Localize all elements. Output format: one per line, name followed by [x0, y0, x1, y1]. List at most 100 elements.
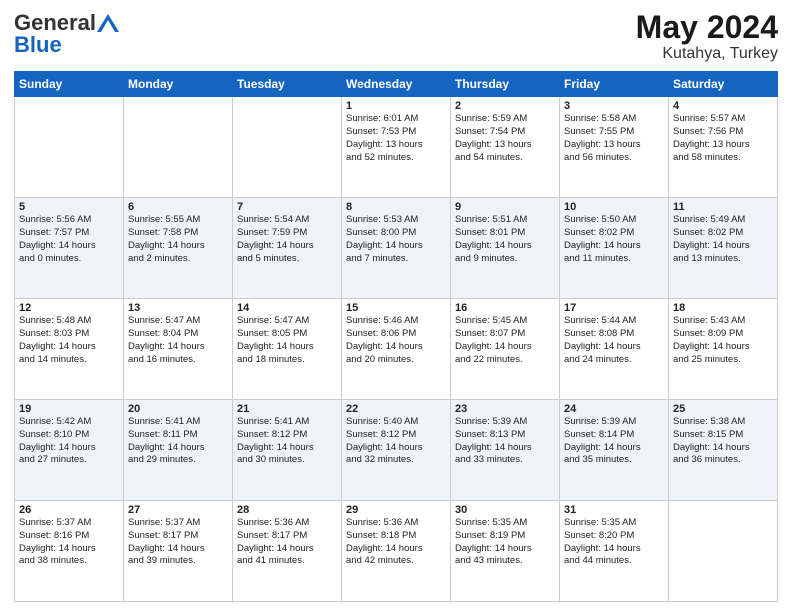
calendar-week-4: 26Sunrise: 5:37 AM Sunset: 8:16 PM Dayli…	[15, 501, 778, 602]
day-info: Sunrise: 5:43 AM Sunset: 8:09 PM Dayligh…	[673, 315, 773, 366]
day-number: 1	[346, 100, 446, 112]
day-number: 27	[128, 504, 228, 516]
col-wednesday: Wednesday	[342, 72, 451, 97]
col-sunday: Sunday	[15, 72, 124, 97]
calendar-header-row: Sunday Monday Tuesday Wednesday Thursday…	[15, 72, 778, 97]
calendar-cell: 20Sunrise: 5:41 AM Sunset: 8:11 PM Dayli…	[124, 400, 233, 501]
col-tuesday: Tuesday	[233, 72, 342, 97]
calendar-cell: 28Sunrise: 5:36 AM Sunset: 8:17 PM Dayli…	[233, 501, 342, 602]
day-number: 24	[564, 403, 664, 415]
day-info: Sunrise: 5:48 AM Sunset: 8:03 PM Dayligh…	[19, 315, 119, 366]
day-number: 23	[455, 403, 555, 415]
calendar-cell: 8Sunrise: 5:53 AM Sunset: 8:00 PM Daylig…	[342, 198, 451, 299]
day-info: Sunrise: 5:47 AM Sunset: 8:05 PM Dayligh…	[237, 315, 337, 366]
day-number: 3	[564, 100, 664, 112]
logo-icon	[97, 14, 119, 32]
day-number: 6	[128, 201, 228, 213]
calendar-table: Sunday Monday Tuesday Wednesday Thursday…	[14, 71, 778, 602]
calendar-cell	[669, 501, 778, 602]
day-number: 16	[455, 302, 555, 314]
day-number: 8	[346, 201, 446, 213]
calendar-week-3: 19Sunrise: 5:42 AM Sunset: 8:10 PM Dayli…	[15, 400, 778, 501]
logo-blue: Blue	[14, 32, 62, 58]
day-number: 12	[19, 302, 119, 314]
calendar-cell: 19Sunrise: 5:42 AM Sunset: 8:10 PM Dayli…	[15, 400, 124, 501]
calendar-cell: 31Sunrise: 5:35 AM Sunset: 8:20 PM Dayli…	[560, 501, 669, 602]
calendar-cell: 18Sunrise: 5:43 AM Sunset: 8:09 PM Dayli…	[669, 299, 778, 400]
calendar-cell: 22Sunrise: 5:40 AM Sunset: 8:12 PM Dayli…	[342, 400, 451, 501]
day-number: 28	[237, 504, 337, 516]
calendar-cell: 11Sunrise: 5:49 AM Sunset: 8:02 PM Dayli…	[669, 198, 778, 299]
day-number: 18	[673, 302, 773, 314]
calendar-cell: 26Sunrise: 5:37 AM Sunset: 8:16 PM Dayli…	[15, 501, 124, 602]
calendar-cell: 5Sunrise: 5:56 AM Sunset: 7:57 PM Daylig…	[15, 198, 124, 299]
calendar-cell	[124, 97, 233, 198]
day-number: 10	[564, 201, 664, 213]
calendar-week-2: 12Sunrise: 5:48 AM Sunset: 8:03 PM Dayli…	[15, 299, 778, 400]
day-number: 21	[237, 403, 337, 415]
day-info: Sunrise: 6:01 AM Sunset: 7:53 PM Dayligh…	[346, 113, 446, 164]
day-info: Sunrise: 5:41 AM Sunset: 8:12 PM Dayligh…	[237, 416, 337, 467]
calendar-cell: 2Sunrise: 5:59 AM Sunset: 7:54 PM Daylig…	[451, 97, 560, 198]
calendar-cell: 7Sunrise: 5:54 AM Sunset: 7:59 PM Daylig…	[233, 198, 342, 299]
day-info: Sunrise: 5:45 AM Sunset: 8:07 PM Dayligh…	[455, 315, 555, 366]
day-info: Sunrise: 5:36 AM Sunset: 8:17 PM Dayligh…	[237, 517, 337, 568]
calendar-cell: 25Sunrise: 5:38 AM Sunset: 8:15 PM Dayli…	[669, 400, 778, 501]
calendar-cell: 27Sunrise: 5:37 AM Sunset: 8:17 PM Dayli…	[124, 501, 233, 602]
calendar-cell: 17Sunrise: 5:44 AM Sunset: 8:08 PM Dayli…	[560, 299, 669, 400]
calendar-cell: 10Sunrise: 5:50 AM Sunset: 8:02 PM Dayli…	[560, 198, 669, 299]
day-number: 26	[19, 504, 119, 516]
col-thursday: Thursday	[451, 72, 560, 97]
calendar-week-1: 5Sunrise: 5:56 AM Sunset: 7:57 PM Daylig…	[15, 198, 778, 299]
col-saturday: Saturday	[669, 72, 778, 97]
day-info: Sunrise: 5:49 AM Sunset: 8:02 PM Dayligh…	[673, 214, 773, 265]
day-number: 31	[564, 504, 664, 516]
day-number: 22	[346, 403, 446, 415]
calendar-cell: 16Sunrise: 5:45 AM Sunset: 8:07 PM Dayli…	[451, 299, 560, 400]
day-number: 17	[564, 302, 664, 314]
day-info: Sunrise: 5:38 AM Sunset: 8:15 PM Dayligh…	[673, 416, 773, 467]
calendar-cell: 1Sunrise: 6:01 AM Sunset: 7:53 PM Daylig…	[342, 97, 451, 198]
calendar-cell	[233, 97, 342, 198]
day-number: 25	[673, 403, 773, 415]
day-number: 30	[455, 504, 555, 516]
day-info: Sunrise: 5:47 AM Sunset: 8:04 PM Dayligh…	[128, 315, 228, 366]
day-number: 20	[128, 403, 228, 415]
logo: General Blue	[14, 10, 120, 58]
day-number: 13	[128, 302, 228, 314]
day-info: Sunrise: 5:53 AM Sunset: 8:00 PM Dayligh…	[346, 214, 446, 265]
calendar-cell: 14Sunrise: 5:47 AM Sunset: 8:05 PM Dayli…	[233, 299, 342, 400]
calendar-cell: 4Sunrise: 5:57 AM Sunset: 7:56 PM Daylig…	[669, 97, 778, 198]
day-info: Sunrise: 5:35 AM Sunset: 8:20 PM Dayligh…	[564, 517, 664, 568]
day-number: 19	[19, 403, 119, 415]
day-number: 14	[237, 302, 337, 314]
day-info: Sunrise: 5:36 AM Sunset: 8:18 PM Dayligh…	[346, 517, 446, 568]
day-info: Sunrise: 5:41 AM Sunset: 8:11 PM Dayligh…	[128, 416, 228, 467]
title-month: May 2024	[636, 10, 778, 45]
day-info: Sunrise: 5:40 AM Sunset: 8:12 PM Dayligh…	[346, 416, 446, 467]
calendar-cell	[15, 97, 124, 198]
day-number: 9	[455, 201, 555, 213]
header: General Blue May 2024 Kutahya, Turkey	[14, 10, 778, 63]
calendar-cell: 3Sunrise: 5:58 AM Sunset: 7:55 PM Daylig…	[560, 97, 669, 198]
day-number: 2	[455, 100, 555, 112]
day-number: 5	[19, 201, 119, 213]
day-info: Sunrise: 5:57 AM Sunset: 7:56 PM Dayligh…	[673, 113, 773, 164]
day-info: Sunrise: 5:44 AM Sunset: 8:08 PM Dayligh…	[564, 315, 664, 366]
day-info: Sunrise: 5:39 AM Sunset: 8:14 PM Dayligh…	[564, 416, 664, 467]
col-friday: Friday	[560, 72, 669, 97]
calendar-week-0: 1Sunrise: 6:01 AM Sunset: 7:53 PM Daylig…	[15, 97, 778, 198]
day-info: Sunrise: 5:56 AM Sunset: 7:57 PM Dayligh…	[19, 214, 119, 265]
day-info: Sunrise: 5:37 AM Sunset: 8:16 PM Dayligh…	[19, 517, 119, 568]
calendar-cell: 12Sunrise: 5:48 AM Sunset: 8:03 PM Dayli…	[15, 299, 124, 400]
calendar-cell: 21Sunrise: 5:41 AM Sunset: 8:12 PM Dayli…	[233, 400, 342, 501]
calendar-cell: 29Sunrise: 5:36 AM Sunset: 8:18 PM Dayli…	[342, 501, 451, 602]
calendar-cell: 24Sunrise: 5:39 AM Sunset: 8:14 PM Dayli…	[560, 400, 669, 501]
day-info: Sunrise: 5:50 AM Sunset: 8:02 PM Dayligh…	[564, 214, 664, 265]
calendar-cell: 9Sunrise: 5:51 AM Sunset: 8:01 PM Daylig…	[451, 198, 560, 299]
day-info: Sunrise: 5:58 AM Sunset: 7:55 PM Dayligh…	[564, 113, 664, 164]
calendar-cell: 6Sunrise: 5:55 AM Sunset: 7:58 PM Daylig…	[124, 198, 233, 299]
day-number: 11	[673, 201, 773, 213]
calendar-cell: 15Sunrise: 5:46 AM Sunset: 8:06 PM Dayli…	[342, 299, 451, 400]
day-info: Sunrise: 5:54 AM Sunset: 7:59 PM Dayligh…	[237, 214, 337, 265]
